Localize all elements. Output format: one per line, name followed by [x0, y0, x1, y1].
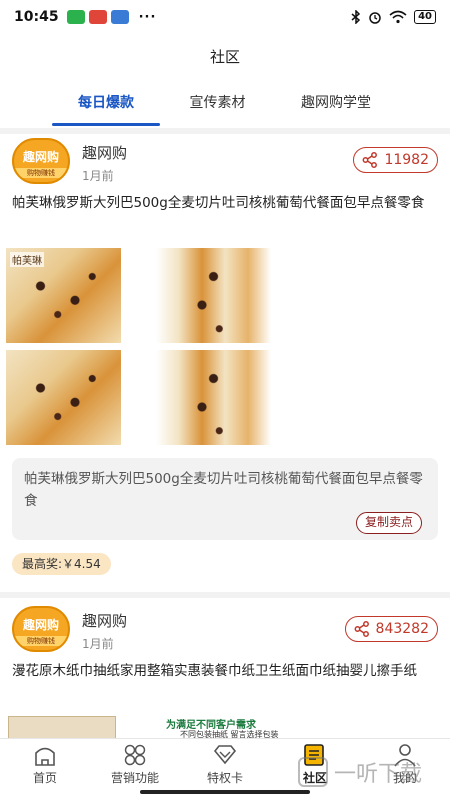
copy-selling-point-button[interactable]: 复制卖点 [355, 512, 422, 534]
tab-bar: 每日爆款 宣传素材 趣网购学堂 [0, 92, 450, 128]
nav-label: 特权卡 [206, 771, 243, 785]
avatar[interactable]: 趣网购 购物赚钱 [12, 138, 70, 184]
wifi-icon [389, 10, 407, 24]
nav-privilege-card[interactable]: 特权卡 [190, 743, 260, 786]
watermark-text: 一听下载 [334, 762, 423, 787]
post-separator [0, 592, 450, 598]
tissue-box-image [8, 716, 116, 740]
post-description: 漫花原木纸巾抽纸家用整箱实惠装餐巾纸卫生纸面巾纸抽婴儿擦手纸 [12, 663, 417, 679]
selling-point-text: 帕芙琳俄罗斯大列巴500g全麦切片吐司核桃葡萄代餐面包早点餐零食 [24, 471, 423, 509]
product-image[interactable] [156, 350, 271, 445]
watermark-logo-icon [298, 757, 328, 787]
share-icon [363, 152, 378, 168]
nav-home[interactable]: 首页 [10, 743, 80, 786]
image-brand-label: 帕芙琳 [10, 252, 44, 267]
mail-notification-icon [88, 10, 107, 24]
nav-marketing[interactable]: 营销功能 [100, 743, 170, 786]
author-name: 趣网购 [82, 612, 128, 630]
product-image[interactable]: 帕芙琳 [6, 248, 121, 343]
diamond-icon [213, 745, 237, 765]
avatar-logo-text: 趣网购 [22, 150, 59, 164]
tab-promo-materials[interactable]: 宣传素材 [165, 92, 270, 112]
avatar-logo-text: 趣网购 [22, 618, 59, 632]
grid-clover-icon [124, 744, 146, 766]
app-notification-icon [110, 10, 129, 24]
status-time: 10:45 [14, 9, 59, 25]
tab-daily-hot[interactable]: 每日爆款 [52, 92, 160, 112]
max-reward-badge: 最高奖:￥4.54 [12, 553, 111, 575]
home-indicator[interactable] [140, 790, 310, 794]
share-button[interactable]: 11982 [353, 147, 438, 173]
selling-point-box: 帕芙琳俄罗斯大列巴500g全麦切片吐司核桃葡萄代餐面包早点餐零食 复制卖点 [12, 458, 438, 540]
post-time: 1月前 [82, 169, 114, 183]
tab-academy[interactable]: 趣网购学堂 [280, 92, 392, 112]
watermark: 一听下载 [298, 752, 448, 792]
author-name: 趣网购 [82, 144, 128, 162]
more-notifications-icon: ··· [138, 9, 157, 25]
share-count: 843282 [375, 621, 429, 637]
battery-icon: 40 [414, 10, 436, 24]
bluetooth-icon [351, 10, 361, 24]
product-image-strip[interactable]: 为满足不同客户需求 不同包装抽纸 留言选择包装 [0, 712, 450, 740]
wechat-notification-icon [66, 10, 85, 24]
product-image[interactable] [156, 248, 271, 343]
nav-label: 营销功能 [110, 771, 159, 785]
share-button[interactable]: 843282 [344, 616, 438, 642]
post-description: 帕芙琳俄罗斯大列巴500g全麦切片吐司核桃葡萄代餐面包早点餐零食 [12, 195, 425, 211]
avatar-logo-subtext: 购物赚钱 [14, 636, 68, 646]
product-image[interactable] [6, 350, 121, 445]
section-divider [0, 128, 450, 134]
share-count: 11982 [384, 152, 429, 168]
home-icon [35, 747, 55, 766]
nav-label: 首页 [32, 771, 57, 785]
avatar[interactable]: 趣网购 购物赚钱 [12, 606, 70, 652]
active-tab-indicator [52, 123, 160, 126]
alarm-icon [369, 12, 381, 24]
status-bar: 10:45 ··· 40 [0, 0, 450, 34]
page-title: 社区 [209, 48, 240, 66]
post-time: 1月前 [82, 637, 114, 651]
avatar-logo-subtext: 购物赚钱 [14, 168, 68, 178]
share-icon [354, 621, 369, 637]
